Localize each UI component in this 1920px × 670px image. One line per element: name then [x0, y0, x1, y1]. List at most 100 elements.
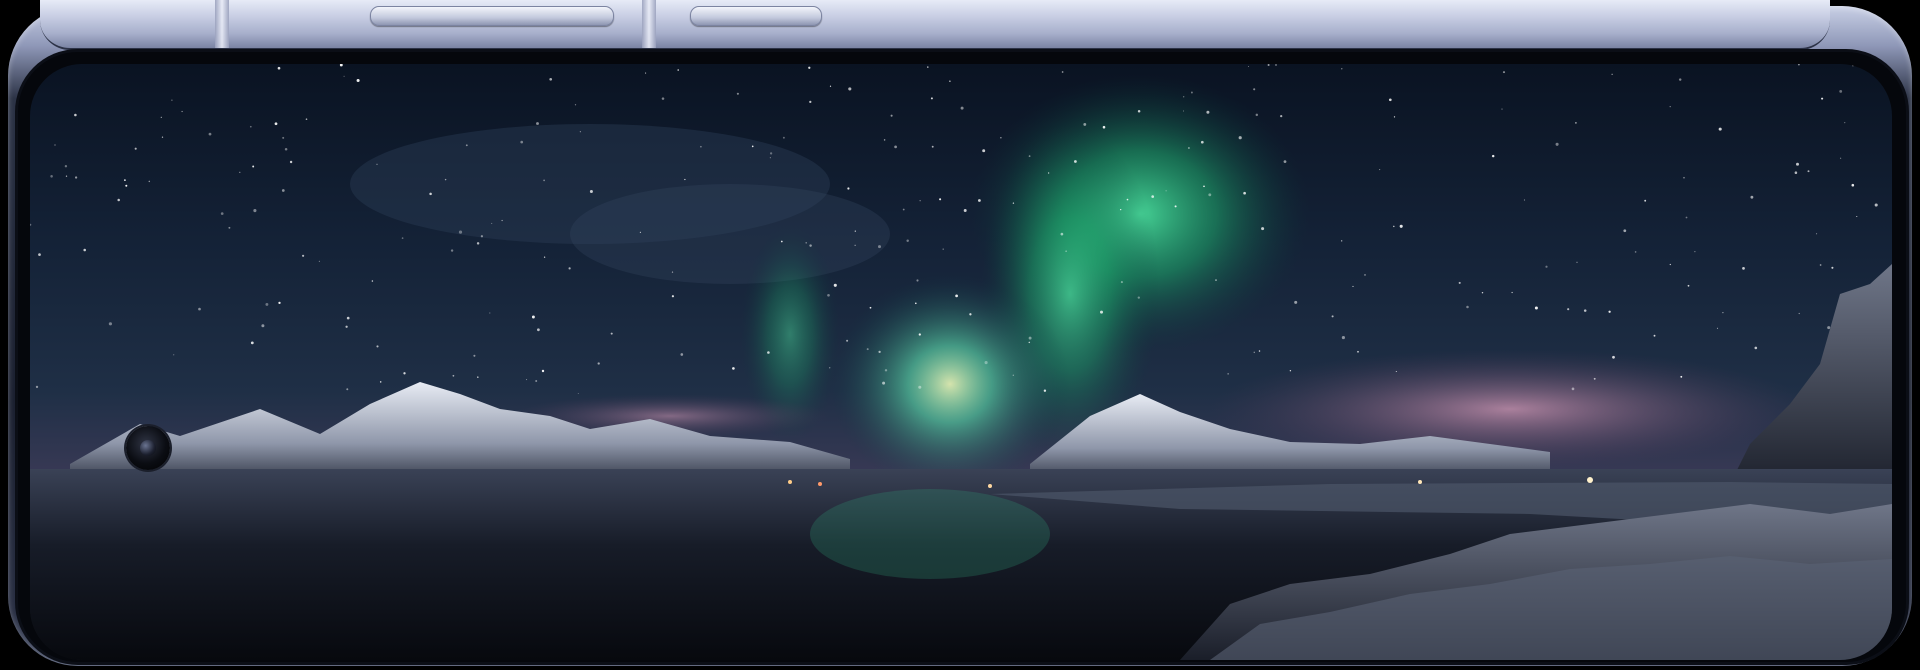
star [1653, 334, 1656, 337]
star [1798, 312, 1800, 315]
star [751, 145, 754, 148]
star [949, 80, 951, 83]
star [125, 184, 128, 187]
star [780, 240, 783, 243]
star [208, 132, 212, 136]
star [1583, 309, 1587, 312]
star [401, 237, 404, 239]
star [477, 376, 479, 378]
star [1379, 169, 1381, 171]
star [228, 226, 231, 229]
star [345, 325, 348, 328]
star [1523, 199, 1526, 201]
star [671, 271, 674, 273]
star [1000, 137, 1002, 139]
star [1623, 229, 1627, 233]
star [305, 118, 308, 120]
star [252, 165, 255, 168]
volume-button [370, 6, 614, 26]
star [1844, 121, 1846, 124]
star [1206, 110, 1210, 114]
star [1151, 195, 1155, 198]
star [1203, 185, 1205, 188]
star [577, 392, 579, 395]
camera-lens [140, 440, 156, 456]
star [74, 113, 77, 117]
star [1571, 387, 1575, 391]
star [30, 223, 32, 226]
star [541, 369, 545, 373]
star [476, 242, 480, 245]
star [833, 283, 837, 287]
phone-top-edge [40, 0, 1830, 50]
star [1678, 78, 1682, 81]
star [1283, 160, 1287, 163]
star [829, 367, 831, 369]
star [1750, 195, 1754, 199]
star [480, 235, 484, 238]
star [376, 345, 379, 348]
star [458, 230, 463, 234]
star [1120, 281, 1123, 284]
star [1174, 205, 1177, 208]
star [1012, 202, 1015, 204]
star [1261, 227, 1265, 231]
star [1253, 351, 1256, 354]
star [1200, 140, 1204, 144]
star [1294, 300, 1298, 304]
star [161, 136, 164, 138]
star [1685, 216, 1688, 219]
star [239, 171, 241, 173]
star [38, 253, 41, 256]
star [782, 136, 785, 139]
star [1388, 98, 1392, 102]
star [1644, 199, 1647, 202]
star [1754, 346, 1758, 350]
star [74, 176, 78, 179]
star [1819, 264, 1822, 266]
star [597, 362, 600, 365]
star [1341, 336, 1345, 340]
star [543, 256, 546, 258]
star [491, 222, 493, 224]
star [261, 324, 265, 328]
star [808, 66, 811, 69]
star [1028, 336, 1032, 340]
star [1634, 251, 1637, 253]
star [250, 341, 254, 345]
star [916, 279, 919, 282]
star [918, 385, 922, 389]
star [1852, 65, 1854, 67]
star [883, 139, 886, 141]
star [919, 200, 921, 202]
star [526, 379, 528, 381]
star [963, 209, 967, 212]
star [1352, 285, 1354, 287]
star [444, 178, 447, 181]
star [1120, 209, 1122, 211]
star [955, 294, 958, 298]
star [171, 99, 173, 101]
star [671, 295, 675, 298]
star [1028, 155, 1031, 157]
star [318, 260, 321, 263]
star [1694, 251, 1696, 253]
star [274, 122, 278, 126]
star [1126, 198, 1129, 201]
star [684, 178, 686, 181]
star [1608, 310, 1611, 313]
front-camera [126, 426, 170, 470]
star [1183, 96, 1185, 98]
star [1393, 116, 1396, 118]
star [429, 192, 432, 196]
star [884, 369, 888, 372]
star [878, 350, 881, 354]
star [281, 189, 285, 192]
star [610, 332, 613, 335]
star [50, 175, 53, 178]
star [1611, 73, 1613, 75]
star [1796, 162, 1799, 166]
star [1821, 97, 1824, 100]
star [339, 64, 343, 67]
star [1680, 375, 1683, 378]
